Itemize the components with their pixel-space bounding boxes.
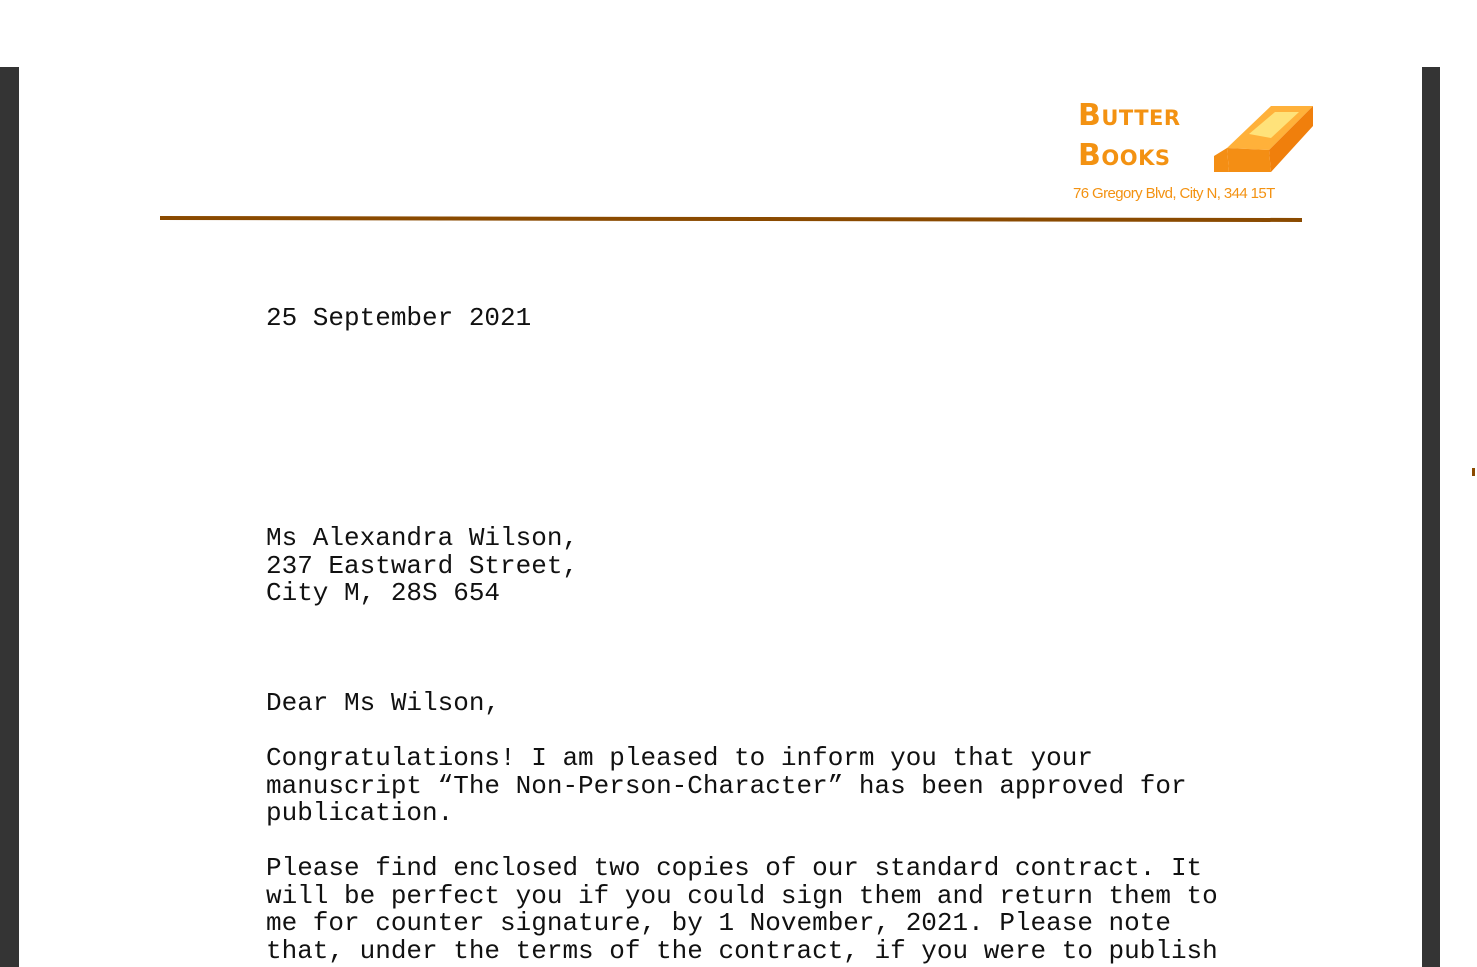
paragraph-line: will be perfect you if you could sign th… xyxy=(266,880,1218,911)
recipient-street: 237 Eastward Street, xyxy=(266,550,579,581)
letter-date: 25 September 2021 xyxy=(266,303,532,333)
document-viewer: Butter Books 76 Gregory Blvd, City N, 34… xyxy=(0,0,1477,967)
paragraph-line: manuscript “The Non-Person-Character” ha… xyxy=(266,770,1187,801)
paragraph-line: publication. xyxy=(266,798,454,828)
letterhead-address: 76 Gregory Blvd, City N, 344 15T xyxy=(1073,185,1275,202)
letter-page: Butter Books 76 Gregory Blvd, City N, 34… xyxy=(19,0,1422,967)
letterhead-divider xyxy=(159,216,1303,222)
scroll-position-marker[interactable] xyxy=(1472,468,1475,476)
paragraph-line: me for counter signature, by 1 November,… xyxy=(266,908,1171,938)
viewer-right-gutter xyxy=(1422,67,1440,967)
brand-name-line-1: Butter xyxy=(1078,98,1181,133)
paragraph-line: Congratulations! I am pleased to inform … xyxy=(266,743,1093,773)
viewer-left-gutter xyxy=(0,67,19,967)
paragraph-line: Please find enclosed two copies of our s… xyxy=(266,853,1203,883)
butter-books-logo: Butter Books 76 Gregory Blvd, City N, 34… xyxy=(1073,96,1343,212)
paragraph-line: that, under the terms of the contract, i… xyxy=(266,935,1218,966)
brand-name-line-2: Books xyxy=(1078,138,1171,173)
recipient-name: Ms Alexandra Wilson, xyxy=(266,523,579,553)
letter-salutation: Dear Ms Wilson, xyxy=(266,688,501,718)
recipient-city: City M, 28S 654 xyxy=(266,578,501,608)
butter-block-icon xyxy=(1214,106,1313,172)
